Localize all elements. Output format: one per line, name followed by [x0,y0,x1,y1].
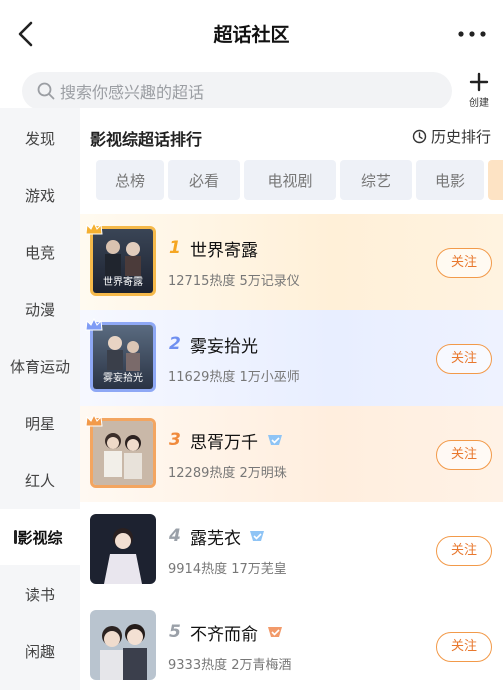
svg-text:世界寄露: 世界寄露 [103,275,143,288]
topic-stats: 12715热度 5万记录仪 [168,270,300,289]
sidebar-item-label: 发现 [24,129,55,148]
tab-label: 电影 [434,171,465,190]
topic-name[interactable]: 不齐而俞 [190,620,258,645]
verified-badge-icon [268,435,282,445]
badge-icon [268,627,282,637]
member-count: 17万芜皇 [231,562,287,577]
top-bar: 超话社区 [0,0,503,66]
create-label: 创建 [469,98,489,109]
history-ranking-link[interactable]: 历史排行 [412,126,491,147]
topic-stats: 12289热度 2万明珠 [168,462,287,481]
sidebar-item-label: 读书 [24,585,55,604]
topic-name[interactable]: 世界寄露 [190,236,258,261]
tab-label: 总榜 [114,171,145,190]
member-count: 5万记录仪 [239,274,300,289]
tab-label: 电视剧 [267,171,313,190]
follow-button[interactable]: 关注 [436,344,492,374]
list-item[interactable]: 3 思胥万千 12289热度 2万明珠 关注 [80,406,503,502]
more-icon[interactable] [455,22,489,46]
topic-stats: 11629热度 1万小巫师 [168,366,300,385]
follow-button[interactable]: 关注 [436,632,492,662]
search-placeholder: 搜索你感兴趣的超话 [60,83,205,102]
member-count: 2万明珠 [239,466,287,481]
verified-badge-icon [250,531,264,541]
topic-name[interactable]: 露芜衣 [190,524,241,549]
sidebar-item-label: 体育运动 [9,357,70,376]
sidebar-item-label: 动漫 [24,300,55,319]
heat-value: 9914 [168,562,202,577]
sidebar-item-sports[interactable]: 体育运动 [0,338,80,394]
tab-overflow[interactable] [488,160,503,200]
rank-number: 2 [169,334,181,354]
member-count: 1万小巫师 [239,370,300,385]
heat-label: 热度 [209,274,236,289]
poster-thumbnail[interactable] [90,514,156,584]
tab-label: 必看 [188,171,219,190]
topic-name[interactable]: 思胥万千 [190,428,258,453]
heat-label: 热度 [209,466,236,481]
plus-icon [469,72,489,92]
sidebar-item-games[interactable]: 游戏 [0,167,80,223]
sidebar-item-stars[interactable]: 明星 [0,395,80,451]
topic-stats: 9333热度 2万青梅酒 [168,654,292,673]
create-button[interactable]: 创建 [462,72,496,112]
clock-icon [412,129,427,144]
sidebar-item-influencers[interactable]: 红人 [0,452,80,508]
crown-icon [85,413,103,427]
rank-number: 1 [169,238,181,258]
ranking-panel: 影视综超话排行 历史排行 总榜 必看 电视剧 综艺 电影 世界寄露 1 世界寄露… [80,108,503,690]
svg-text:雾妄拾光: 雾妄拾光 [103,371,143,384]
list-item[interactable]: 世界寄露 1 世界寄露 12715热度 5万记录仪 关注 [80,214,503,310]
list-item[interactable]: 4 露芜衣 9914热度 17万芜皇 关注 [80,502,503,598]
tab-overall[interactable]: 总榜 [96,160,164,200]
sidebar-item-books[interactable]: 读书 [0,566,80,622]
section-title: 影视综超话排行 [90,130,203,149]
list-item[interactable]: 5 不齐而俞 9333热度 2万青梅酒 关注 [80,598,503,694]
sidebar-item-film-tv[interactable]: 影视综 [0,509,80,565]
search-input[interactable]: 搜索你感兴趣的超话 [22,72,452,110]
crown-icon [85,317,103,331]
sidebar-item-leisure[interactable]: 闲趣 [0,623,80,679]
heat-value: 9333 [168,658,202,673]
sidebar-item-label: 电竞 [24,243,55,262]
sidebar-item-esports[interactable]: 电竞 [0,224,80,280]
tab-label: 综艺 [360,171,391,190]
topic-stats: 9914热度 17万芜皇 [168,558,287,577]
poster-thumbnail[interactable] [90,610,156,680]
heat-label: 热度 [201,562,228,577]
ranking-tabs: 总榜 必看 电视剧 综艺 电影 [80,160,503,200]
sidebar-item-label: 红人 [24,471,55,490]
rank-number: 5 [169,622,181,642]
heat-label: 热度 [209,370,236,385]
heat-value: 12715 [168,274,210,289]
follow-button[interactable]: 关注 [436,536,492,566]
heat-value: 12289 [168,466,210,481]
rank-number: 3 [169,430,181,450]
member-count: 2万青梅酒 [231,658,292,673]
history-label: 历史排行 [430,128,491,146]
follow-button[interactable]: 关注 [436,440,492,470]
tab-tv-series[interactable]: 电视剧 [244,160,336,200]
crown-icon [85,221,103,235]
sidebar-item-discover[interactable]: 发现 [0,110,80,166]
tab-must-watch[interactable]: 必看 [168,160,240,200]
page-title: 超话社区 [213,24,290,46]
tab-movie[interactable]: 电影 [416,160,484,200]
sidebar-item-anime[interactable]: 动漫 [0,281,80,337]
rank-number: 4 [169,526,181,546]
sidebar-item-label: 闲趣 [24,642,55,661]
search-icon [37,82,55,100]
heat-label: 热度 [201,658,228,673]
sidebar-item-label: 明星 [24,414,55,433]
list-item[interactable]: 雾妄拾光 2 雾妄拾光 11629热度 1万小巫师 关注 [80,310,503,406]
topic-name[interactable]: 雾妄拾光 [190,332,258,357]
category-sidebar: 发现 游戏 电竞 动漫 体育运动 明星 红人 影视综 读书 闲趣 [0,108,80,690]
sidebar-item-label: 影视综 [17,528,63,547]
follow-button[interactable]: 关注 [436,248,492,278]
tab-variety[interactable]: 综艺 [340,160,412,200]
active-indicator [14,530,17,544]
heat-value: 11629 [168,370,210,385]
sidebar-item-label: 游戏 [24,186,55,205]
